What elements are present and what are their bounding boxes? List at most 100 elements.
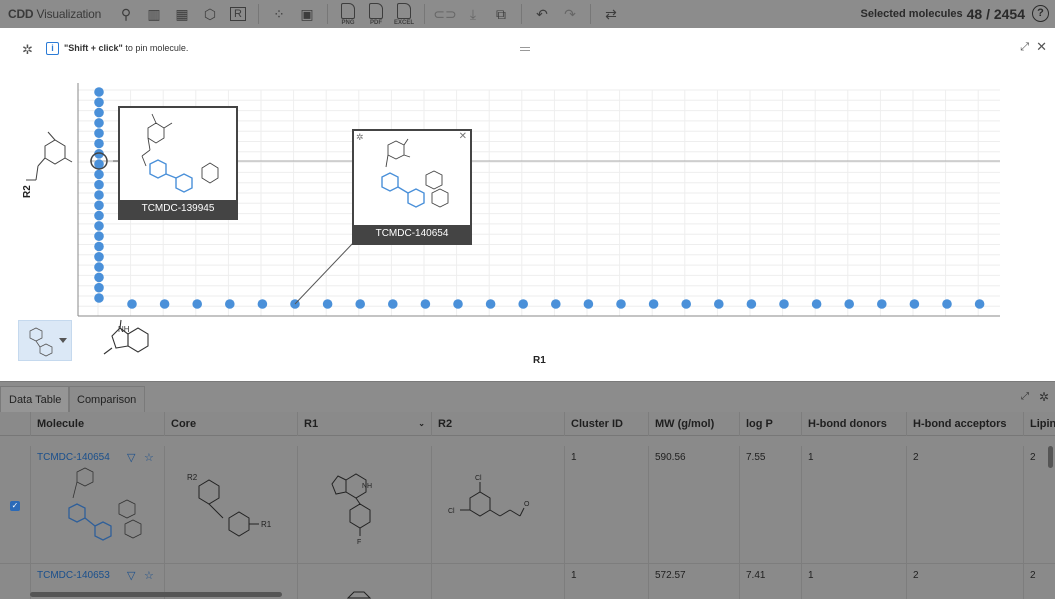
data-point[interactable] xyxy=(94,231,104,241)
data-point[interactable] xyxy=(844,299,854,309)
molecule-settings-icon[interactable]: ⬡ xyxy=(197,3,223,25)
filter-icon[interactable]: ▽ xyxy=(127,569,135,582)
data-point[interactable] xyxy=(94,190,104,200)
download-icon[interactable]: ⤓ xyxy=(460,3,486,25)
data-point[interactable] xyxy=(453,299,463,309)
data-point[interactable] xyxy=(94,179,104,190)
histogram-icon[interactable]: ▥ xyxy=(141,3,167,25)
data-point[interactable] xyxy=(94,138,104,149)
r1-cell xyxy=(297,564,431,599)
data-point[interactable] xyxy=(94,272,104,283)
data-point[interactable] xyxy=(648,299,659,309)
divider xyxy=(424,4,425,24)
scatter-plot-icon[interactable]: ⚲ xyxy=(113,3,139,25)
svg-text:Cl: Cl xyxy=(448,508,455,515)
r-group-button[interactable]: R xyxy=(225,3,251,25)
data-point[interactable] xyxy=(94,282,104,293)
data-point[interactable] xyxy=(94,262,104,272)
data-point[interactable] xyxy=(94,252,104,262)
data-point[interactable] xyxy=(811,299,822,309)
data-point[interactable] xyxy=(681,299,691,309)
data-point[interactable] xyxy=(779,299,789,309)
column-header-core[interactable]: Core xyxy=(164,412,297,436)
data-point[interactable] xyxy=(94,241,104,252)
data-point[interactable] xyxy=(127,299,137,309)
column-header-lipinski[interactable]: Lipin xyxy=(1023,412,1055,436)
data-point[interactable] xyxy=(94,210,104,221)
bar-chart-icon[interactable]: ▦ xyxy=(169,3,195,25)
star-icon[interactable]: ☆ xyxy=(144,569,154,582)
tab-comparison[interactable]: Comparison xyxy=(68,386,146,413)
export-png-button[interactable]: PNG xyxy=(335,2,361,26)
data-point[interactable] xyxy=(518,299,528,309)
data-point[interactable] xyxy=(551,299,561,309)
molecule-popup[interactable]: TCMDC-139945 xyxy=(118,106,238,220)
table-settings-gear-icon[interactable]: ✲ xyxy=(1039,390,1049,404)
select-column-header[interactable] xyxy=(0,412,30,436)
data-point[interactable] xyxy=(94,107,104,118)
horizontal-scrollbar[interactable] xyxy=(30,592,282,597)
pin-settings-icon[interactable]: ✲ xyxy=(356,132,364,143)
data-point[interactable] xyxy=(94,118,104,128)
data-point[interactable] xyxy=(94,293,104,303)
undo-icon[interactable]: ↶ xyxy=(529,3,555,25)
data-point[interactable] xyxy=(159,299,170,309)
data-point[interactable] xyxy=(94,87,104,97)
data-point[interactable] xyxy=(420,299,431,309)
filter-icon[interactable]: ▽ xyxy=(127,451,135,464)
star-icon[interactable]: ☆ xyxy=(144,451,154,464)
column-header-logp[interactable]: log P xyxy=(739,412,801,436)
data-point[interactable] xyxy=(388,299,398,309)
open-external-icon[interactable]: ⧉ xyxy=(488,3,514,25)
data-point[interactable] xyxy=(616,299,626,309)
help-icon[interactable]: ? xyxy=(1032,5,1049,22)
data-point[interactable] xyxy=(94,169,104,180)
data-point[interactable] xyxy=(746,299,757,309)
redo-icon[interactable]: ↷ xyxy=(557,3,583,25)
tab-data-table[interactable]: Data Table xyxy=(0,386,71,413)
table-row[interactable]: ✓ TCMDC-140654 ▽ ☆ R2 R1 NH F Cl Cl O 1 … xyxy=(0,446,1055,564)
data-point[interactable] xyxy=(94,200,104,211)
data-point[interactable] xyxy=(974,299,985,309)
data-point[interactable] xyxy=(94,97,104,108)
export-pdf-button[interactable]: PDF xyxy=(363,2,389,26)
pinned-molecule-popup[interactable]: ✲ ✕ TCMDC-140654 xyxy=(352,129,472,245)
calculator-icon[interactable]: ▣ xyxy=(294,3,320,25)
data-point[interactable] xyxy=(909,299,920,309)
r2-structure: Cl Cl O xyxy=(448,475,530,517)
data-point[interactable] xyxy=(485,299,496,309)
data-point[interactable] xyxy=(94,221,104,231)
column-header-hbond-acceptors[interactable]: H-bond acceptors xyxy=(906,412,1023,436)
data-point[interactable] xyxy=(192,299,202,309)
link-icon[interactable]: ⊂⊃ xyxy=(432,3,458,25)
molecule-structure xyxy=(381,138,449,208)
molecule-id-link[interactable]: TCMDC-140654 xyxy=(37,452,110,463)
column-header-hbond-donors[interactable]: H-bond donors xyxy=(801,412,906,436)
data-point[interactable] xyxy=(583,299,594,309)
chevron-down-icon xyxy=(59,338,67,343)
data-point[interactable] xyxy=(257,299,268,309)
table-expand-icon[interactable]: ⤢ xyxy=(1021,391,1029,402)
molecule-id-link[interactable]: TCMDC-140653 xyxy=(37,570,110,581)
column-header-mw[interactable]: MW (g/mol) xyxy=(648,412,739,436)
vertical-scrollbar[interactable] xyxy=(1048,446,1053,468)
popup-close-icon[interactable]: ✕ xyxy=(459,131,467,142)
column-header-cluster-id[interactable]: Cluster ID xyxy=(564,412,648,436)
data-point[interactable] xyxy=(942,299,952,309)
data-point[interactable] xyxy=(877,299,887,309)
column-header-r1[interactable]: R1 ⌄ xyxy=(297,412,431,436)
row-checkbox[interactable]: ✓ xyxy=(10,501,20,511)
export-excel-button[interactable]: EXCEL xyxy=(391,2,417,26)
data-point[interactable] xyxy=(94,128,104,138)
column-header-molecule[interactable]: Molecule xyxy=(30,412,164,436)
svg-text:Cl: Cl xyxy=(475,475,482,482)
data-point[interactable] xyxy=(355,299,366,309)
data-point[interactable] xyxy=(225,299,235,309)
cluster-icon[interactable]: ⁘ xyxy=(266,3,292,25)
data-point[interactable] xyxy=(322,299,333,309)
column-header-r2[interactable]: R2 xyxy=(431,412,564,436)
data-point[interactable] xyxy=(714,299,724,309)
svg-text:NH: NH xyxy=(362,483,372,490)
swap-icon[interactable]: ⇄ xyxy=(598,3,624,25)
core-selector[interactable] xyxy=(18,320,72,361)
